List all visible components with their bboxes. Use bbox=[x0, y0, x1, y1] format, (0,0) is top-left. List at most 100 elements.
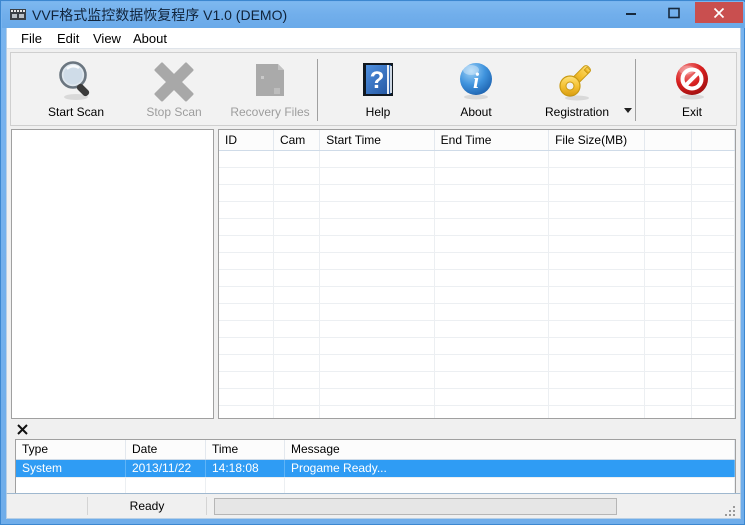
table-cell bbox=[692, 236, 735, 252]
table-cell bbox=[219, 304, 274, 320]
table-cell bbox=[645, 287, 692, 303]
column-header-extra-1[interactable] bbox=[645, 130, 692, 150]
table-cell bbox=[320, 236, 435, 252]
table-cell bbox=[692, 202, 735, 218]
recovery-files-button: Recovery Files bbox=[223, 56, 317, 124]
table-row bbox=[219, 338, 735, 355]
table-cell bbox=[274, 321, 321, 337]
table-cell bbox=[549, 338, 646, 354]
table-cell bbox=[274, 151, 321, 167]
table-cell bbox=[219, 287, 274, 303]
close-button[interactable] bbox=[695, 2, 743, 23]
log-row[interactable]: System 2013/11/22 14:18:08 Progame Ready… bbox=[16, 460, 735, 478]
start-scan-button[interactable]: Start Scan bbox=[29, 56, 123, 124]
status-separator-2 bbox=[206, 497, 207, 515]
table-cell bbox=[320, 406, 435, 418]
table-cell bbox=[435, 219, 550, 235]
column-header-extra-2[interactable] bbox=[692, 130, 735, 150]
column-header-file-size[interactable]: File Size(MB) bbox=[549, 130, 646, 150]
table-cell bbox=[219, 236, 274, 252]
resize-grip-icon[interactable] bbox=[725, 504, 737, 516]
log-column-header-time[interactable]: Time bbox=[206, 440, 285, 459]
table-cell bbox=[274, 372, 321, 388]
table-cell bbox=[692, 355, 735, 371]
table-row bbox=[219, 151, 735, 168]
table-cell bbox=[435, 202, 550, 218]
registration-button[interactable]: Registration bbox=[527, 56, 627, 124]
table-row bbox=[219, 372, 735, 389]
table-cell bbox=[692, 287, 735, 303]
table-cell bbox=[549, 321, 646, 337]
table-cell bbox=[645, 304, 692, 320]
about-button[interactable]: i About bbox=[429, 56, 523, 124]
menu-item-edit[interactable]: Edit bbox=[51, 30, 85, 47]
device-tree-panel[interactable] bbox=[11, 129, 214, 419]
table-row bbox=[219, 253, 735, 270]
close-icon[interactable] bbox=[16, 423, 29, 436]
column-header-id[interactable]: ID bbox=[219, 130, 274, 150]
table-row bbox=[219, 219, 735, 236]
table-cell bbox=[320, 219, 435, 235]
title-bar[interactable]: VVF格式监控数据恢复程序 V1.0 (DEMO) bbox=[2, 2, 745, 28]
table-cell bbox=[274, 270, 321, 286]
table-cell bbox=[435, 304, 550, 320]
log-column-header-type[interactable]: Type bbox=[16, 440, 126, 459]
table-cell bbox=[320, 355, 435, 371]
minimize-button[interactable] bbox=[609, 2, 652, 23]
table-cell bbox=[435, 338, 550, 354]
table-cell bbox=[219, 389, 274, 405]
table-cell bbox=[219, 406, 274, 418]
table-row bbox=[219, 168, 735, 185]
menu-item-file[interactable]: File bbox=[15, 30, 48, 47]
table-cell bbox=[219, 321, 274, 337]
table-cell bbox=[274, 304, 321, 320]
table-cell bbox=[692, 304, 735, 320]
table-cell bbox=[692, 151, 735, 167]
chevron-down-icon[interactable] bbox=[623, 102, 633, 113]
table-cell bbox=[435, 151, 550, 167]
table-cell bbox=[645, 168, 692, 184]
client-area: File Edit View About Start Scan Stop Sca… bbox=[6, 28, 741, 514]
table-cell bbox=[645, 219, 692, 235]
column-header-cam[interactable]: Cam bbox=[274, 130, 321, 150]
table-cell bbox=[549, 185, 646, 201]
registration-label: Registration bbox=[544, 105, 610, 119]
table-cell bbox=[645, 338, 692, 354]
table-row bbox=[219, 304, 735, 321]
table-cell bbox=[219, 151, 274, 167]
table-cell bbox=[645, 372, 692, 388]
stop-scan-label: Stop Scan bbox=[146, 105, 202, 119]
column-header-end-time[interactable]: End Time bbox=[435, 130, 550, 150]
help-button[interactable]: ? Help bbox=[331, 56, 425, 124]
menu-bar: File Edit View About bbox=[7, 28, 740, 49]
table-cell bbox=[645, 236, 692, 252]
no-entry-icon bbox=[670, 58, 714, 102]
table-cell bbox=[549, 236, 646, 252]
table-row bbox=[219, 185, 735, 202]
table-cell bbox=[645, 185, 692, 201]
menu-item-about[interactable]: About bbox=[127, 30, 173, 47]
svg-text:?: ? bbox=[370, 67, 385, 94]
maximize-button[interactable] bbox=[652, 2, 695, 23]
table-cell bbox=[274, 236, 321, 252]
log-cell-date: 2013/11/22 bbox=[126, 460, 206, 477]
toolbar: Start Scan Stop Scan Recovery Files ? He… bbox=[10, 52, 737, 126]
table-cell bbox=[274, 406, 321, 418]
table-cell bbox=[435, 406, 550, 418]
table-cell bbox=[320, 338, 435, 354]
table-cell bbox=[320, 202, 435, 218]
log-column-header-message[interactable]: Message bbox=[285, 440, 735, 459]
table-cell bbox=[692, 372, 735, 388]
file-list-panel[interactable]: ID Cam Start Time End Time File Size(MB) bbox=[218, 129, 736, 419]
table-cell bbox=[549, 406, 646, 418]
menu-item-view[interactable]: View bbox=[87, 30, 127, 47]
exit-label: Exit bbox=[681, 105, 702, 119]
exit-button[interactable]: Exit bbox=[645, 56, 739, 124]
table-cell bbox=[549, 151, 646, 167]
file-list-body[interactable] bbox=[219, 151, 735, 418]
table-cell bbox=[645, 406, 692, 418]
log-column-header-date[interactable]: Date bbox=[126, 440, 206, 459]
column-header-start-time[interactable]: Start Time bbox=[320, 130, 435, 150]
table-cell bbox=[274, 338, 321, 354]
toolbar-separator-1 bbox=[317, 59, 318, 121]
